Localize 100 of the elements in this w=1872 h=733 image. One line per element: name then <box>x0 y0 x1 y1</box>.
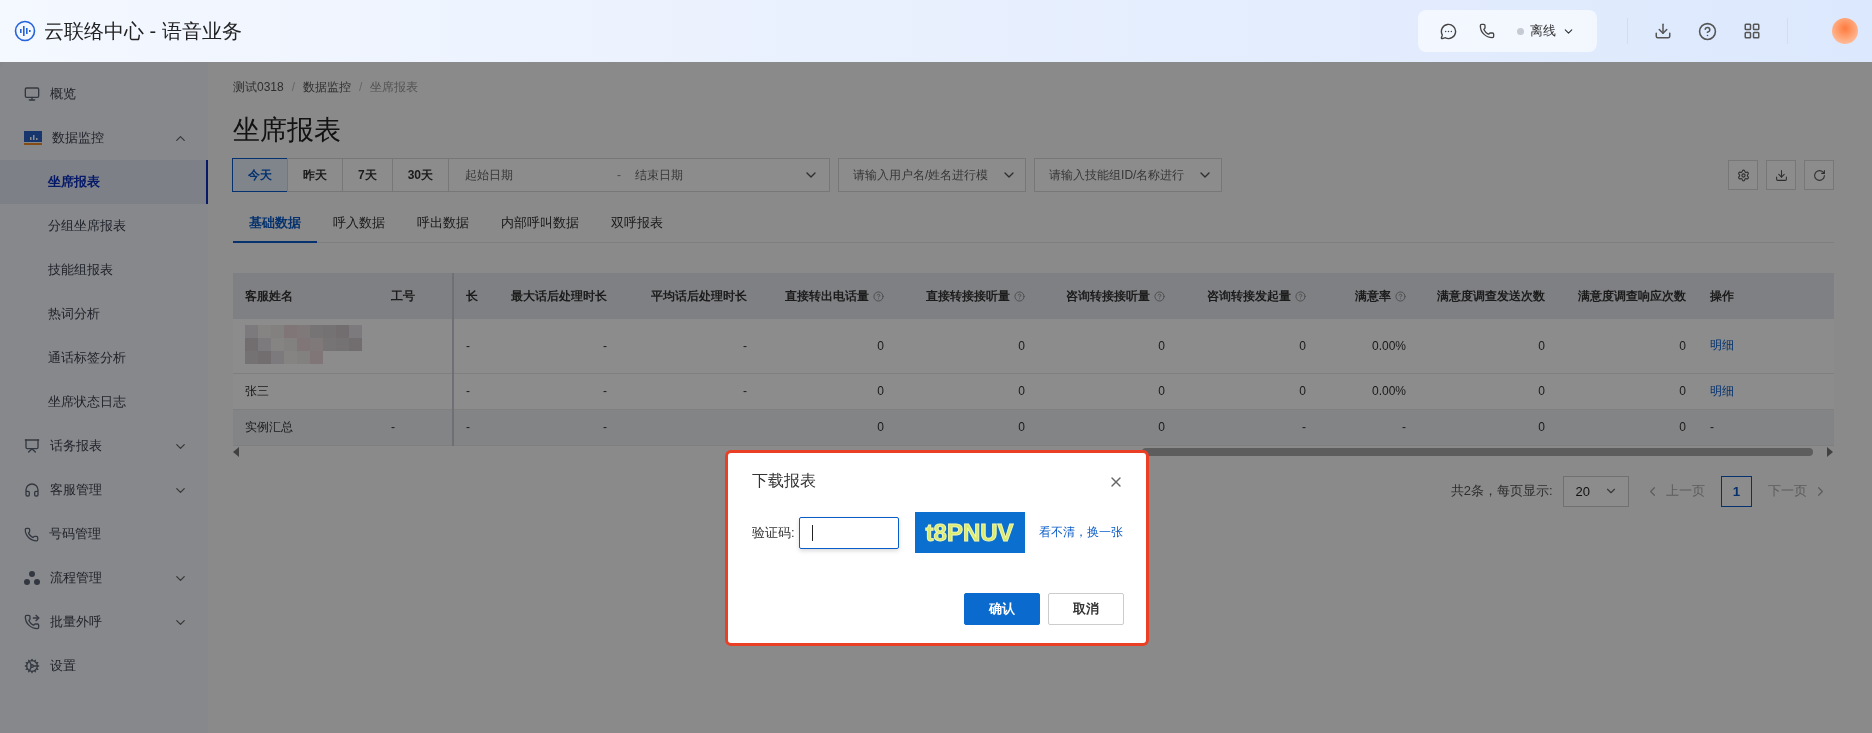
table-cell: - <box>379 409 453 445</box>
settings-button[interactable] <box>1728 160 1758 190</box>
dots-icon <box>24 570 40 586</box>
captcha-input-field[interactable] <box>798 516 899 549</box>
sidebar-item[interactable]: 客服管理 <box>0 468 208 512</box>
download-button[interactable] <box>1766 160 1796 190</box>
column-header: 客服姓名 <box>245 287 293 305</box>
refresh-button[interactable] <box>1804 160 1834 190</box>
date-range-field[interactable]: 起始日期 - 结束日期 <box>448 158 831 192</box>
column-header: 满意率 <box>1355 287 1406 305</box>
chat-icon[interactable] <box>1440 22 1457 40</box>
sidebar-item[interactable]: 流程管理 <box>0 556 208 600</box>
scroll-right-icon[interactable] <box>1827 446 1833 457</box>
scrollbar-thumb[interactable] <box>1142 447 1813 456</box>
column-header: 直接转出电话量 <box>785 287 884 305</box>
tab[interactable]: 基础数据 <box>233 204 317 243</box>
grid-icon[interactable] <box>1743 22 1761 40</box>
horizontal-scrollbar[interactable] <box>233 445 1833 458</box>
scroll-left-icon[interactable] <box>233 446 239 457</box>
table-cell: - <box>619 373 759 409</box>
table-cell: - <box>453 373 496 409</box>
page-title: 坐席报表 <box>233 114 342 147</box>
sidebar-item[interactable]: 设置 <box>0 644 208 688</box>
presentation-icon <box>24 438 40 454</box>
start-date-input[interactable]: 起始日期 <box>463 167 614 183</box>
table-cell: - <box>453 319 496 373</box>
date-button[interactable]: 今天 <box>232 158 288 192</box>
logo-icon <box>14 20 36 42</box>
refresh-captcha-link[interactable]: 看不清，换一张 <box>1038 524 1123 541</box>
date-button[interactable]: 昨天 <box>287 158 343 192</box>
download-icon <box>1774 168 1788 182</box>
settings-icon <box>1736 168 1750 182</box>
table-cell: 0 <box>1037 373 1177 409</box>
table-cell: 张三 <box>233 373 379 409</box>
download-icon[interactable] <box>1654 22 1672 40</box>
tab[interactable]: 呼出数据 <box>401 204 485 243</box>
sidebar-item[interactable]: 热词分析 <box>0 292 208 336</box>
table-cell: 0 <box>1418 373 1557 409</box>
dialog-title: 下载报表 <box>752 471 816 491</box>
sidebar-item[interactable]: 通话标签分析 <box>0 336 208 380</box>
sidebar-item[interactable]: 坐席状态日志 <box>0 380 208 424</box>
table-cell: 0 <box>1177 319 1318 373</box>
filter-input[interactable]: 请输入技能组ID/名称进行 <box>1047 167 1194 183</box>
table-cell: 0 <box>1037 319 1177 373</box>
column-header: 满意度调查发送次数 <box>1437 287 1545 305</box>
column-header: 长 <box>466 287 478 305</box>
column-header: 最大话后处理时长 <box>511 287 607 305</box>
tab[interactable]: 呼入数据 <box>317 204 401 243</box>
page-size-select[interactable]: 20 <box>1562 475 1629 507</box>
table-cell: 0 <box>1177 373 1318 409</box>
filter-select[interactable]: 请输入技能组ID/名称进行 <box>1034 158 1223 192</box>
phone-icon[interactable] <box>1479 23 1495 39</box>
filter-select[interactable]: 请输入用户名/姓名进行模 <box>838 158 1027 192</box>
table-cell: 0 <box>1557 409 1698 445</box>
table-cell: 0 <box>1418 409 1557 445</box>
sidebar-item[interactable]: 话务报表 <box>0 424 208 468</box>
end-date-input[interactable]: 结束日期 <box>633 167 784 183</box>
page-number[interactable]: 1 <box>1721 475 1752 507</box>
table-cell: - <box>496 373 619 409</box>
date-button[interactable]: 30天 <box>391 158 450 192</box>
tab[interactable]: 双呼报表 <box>595 204 679 243</box>
sidebar-item[interactable]: 数据监控 <box>0 116 208 160</box>
field-label: 验证码: <box>752 523 795 542</box>
sidebar-item[interactable]: 技能组报表 <box>0 248 208 292</box>
status-select[interactable]: 离线 <box>1517 22 1575 40</box>
cancel-button[interactable]: 取消 <box>1048 593 1124 625</box>
date-button[interactable]: 7天 <box>342 158 393 192</box>
headset-icon <box>24 482 40 498</box>
table-cell: - <box>619 319 759 373</box>
refresh-icon <box>1812 168 1826 182</box>
captcha-image[interactable]: t8PNUV <box>914 512 1025 553</box>
table-cell: 0 <box>1557 373 1698 409</box>
table-cell: - <box>1698 409 1834 445</box>
sidebar-item[interactable]: 批量外呼 <box>0 600 208 644</box>
text-cursor <box>811 524 813 541</box>
sidebar-item[interactable]: 号码管理 <box>0 512 208 556</box>
column-header: 操作 <box>1710 287 1734 305</box>
breadcrumb-item[interactable]: 数据监控 <box>303 78 352 96</box>
sidebar-item[interactable]: 概览 <box>0 72 208 116</box>
tab[interactable]: 内部呼叫数据 <box>485 204 595 243</box>
column-header: 工号 <box>391 287 415 305</box>
table-cell: 0 <box>759 373 896 409</box>
table-cell: - <box>453 409 496 445</box>
help-icon[interactable] <box>1698 21 1717 41</box>
table-cell: 0.00% <box>1318 319 1418 373</box>
sidebar-item[interactable]: 分组坐席报表 <box>0 204 208 248</box>
breadcrumb-item[interactable]: 测试0318 <box>233 78 284 96</box>
table-cell: 实例汇总 <box>233 409 379 445</box>
phone-icon <box>24 526 39 542</box>
confirm-button[interactable]: 确认 <box>964 593 1040 625</box>
column-header: 咨询转接发起量 <box>1207 287 1306 305</box>
table-cell: 0 <box>1557 319 1698 373</box>
column-header: 咨询转接接听量 <box>1066 287 1165 305</box>
table-cell: 0 <box>1418 319 1557 373</box>
column-header: 满意度调查响应次数 <box>1578 287 1686 305</box>
sidebar-item[interactable]: 坐席报表 <box>0 160 208 204</box>
phone-arrow-icon <box>24 614 40 630</box>
detail-link[interactable]: 明细 <box>1710 383 1734 398</box>
detail-link[interactable]: 明细 <box>1710 338 1734 353</box>
filter-input[interactable]: 请输入用户名/姓名进行模 <box>851 167 998 183</box>
